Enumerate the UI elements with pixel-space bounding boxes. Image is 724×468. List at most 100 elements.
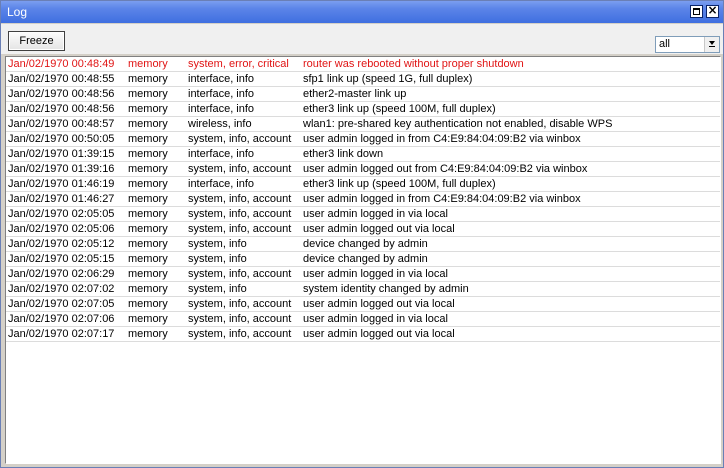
log-topics: system, info, account bbox=[188, 208, 292, 220]
close-icon: × bbox=[707, 3, 718, 17]
log-buffer: memory bbox=[128, 313, 168, 325]
log-time: Jan/02/1970 02:07:17 bbox=[8, 328, 115, 340]
log-row[interactable]: Jan/02/1970 02:05:05 memory system, info, … bbox=[6, 207, 720, 222]
log-message: ether3 link up (speed 100M, full duplex) bbox=[303, 103, 496, 115]
log-buffer: memory bbox=[128, 193, 168, 205]
log-row[interactable]: Jan/02/1970 00:48:49 memory system, error,… bbox=[6, 57, 720, 72]
log-row[interactable]: Jan/02/1970 01:46:19 memory interface, inf… bbox=[6, 177, 720, 192]
log-row[interactable]: Jan/02/1970 02:05:15 memory system, info de… bbox=[6, 252, 720, 267]
log-row[interactable]: Jan/02/1970 00:48:56 memory interface, inf… bbox=[6, 102, 720, 117]
log-row[interactable]: Jan/02/1970 02:07:05 memory system, info, … bbox=[6, 297, 720, 312]
log-topics: interface, info bbox=[188, 103, 255, 115]
log-buffer: memory bbox=[128, 208, 168, 220]
log-time: Jan/02/1970 00:48:56 bbox=[8, 88, 115, 100]
log-message: user admin logged out via local bbox=[303, 298, 455, 310]
log-message: user admin logged in via local bbox=[303, 208, 448, 220]
log-topics: interface, info bbox=[188, 178, 255, 190]
log-time: Jan/02/1970 01:46:19 bbox=[8, 178, 115, 190]
log-topics: system, info, account bbox=[188, 193, 292, 205]
log-topics: system, info bbox=[188, 283, 247, 295]
log-row[interactable]: Jan/02/1970 02:07:06 memory system, info, … bbox=[6, 312, 720, 327]
log-message: sfp1 link up (speed 1G, full duplex) bbox=[303, 73, 473, 85]
log-message: user admin logged in via local bbox=[303, 313, 448, 325]
log-row[interactable]: Jan/02/1970 02:05:06 memory system, info, … bbox=[6, 222, 720, 237]
log-topics: system, info, account bbox=[188, 328, 292, 340]
log-buffer: memory bbox=[128, 163, 168, 175]
log-message: user admin logged in via local bbox=[303, 268, 448, 280]
log-time: Jan/02/1970 01:39:16 bbox=[8, 163, 115, 175]
dropdown-arrow-icon bbox=[709, 41, 715, 45]
log-message: system identity changed by admin bbox=[303, 283, 469, 295]
log-time: Jan/02/1970 02:05:12 bbox=[8, 238, 115, 250]
log-message: ether3 link up (speed 100M, full duplex) bbox=[303, 178, 496, 190]
log-buffer: memory bbox=[128, 178, 168, 190]
log-row[interactable]: Jan/02/1970 01:46:27 memory system, info, … bbox=[6, 192, 720, 207]
log-buffer: memory bbox=[128, 223, 168, 235]
log-time: Jan/02/1970 02:07:02 bbox=[8, 283, 115, 295]
log-time: Jan/02/1970 01:46:27 bbox=[8, 193, 115, 205]
log-message: user admin logged out via local bbox=[303, 328, 455, 340]
log-time: Jan/02/1970 02:05:05 bbox=[8, 208, 115, 220]
log-time: Jan/02/1970 02:05:06 bbox=[8, 223, 115, 235]
log-message: wlan1: pre-shared key authentication not… bbox=[303, 118, 613, 130]
log-buffer: memory bbox=[128, 268, 168, 280]
log-message: user admin logged out via local bbox=[303, 223, 455, 235]
toolbar: Freeze all bbox=[1, 24, 723, 54]
log-message: device changed by admin bbox=[303, 253, 428, 265]
log-topics: interface, info bbox=[188, 73, 255, 85]
log-row[interactable]: Jan/02/1970 02:07:02 memory system, info sy… bbox=[6, 282, 720, 297]
log-message: user admin logged out from C4:E9:84:04:0… bbox=[303, 163, 588, 175]
log-buffer: memory bbox=[128, 148, 168, 160]
log-buffer: memory bbox=[128, 73, 168, 85]
log-row[interactable]: Jan/02/1970 02:05:12 memory system, info de… bbox=[6, 237, 720, 252]
restore-button[interactable] bbox=[690, 5, 703, 18]
log-row[interactable]: Jan/02/1970 01:39:16 memory system, info, … bbox=[6, 162, 720, 177]
log-topics: system, error, critical bbox=[188, 58, 289, 70]
log-topics: interface, info bbox=[188, 148, 255, 160]
log-row[interactable]: Jan/02/1970 02:07:17 memory system, info, … bbox=[6, 327, 720, 342]
log-message: user admin logged in from C4:E9:84:04:09… bbox=[303, 193, 581, 205]
log-filter-select[interactable]: all bbox=[655, 36, 720, 53]
filter-value: all bbox=[659, 38, 671, 50]
log-time: Jan/02/1970 02:07:05 bbox=[8, 298, 115, 310]
log-topics: system, info, account bbox=[188, 163, 292, 175]
log-message: device changed by admin bbox=[303, 238, 428, 250]
title-bar[interactable]: Log × bbox=[1, 1, 723, 23]
log-row[interactable]: Jan/02/1970 01:39:15 memory interface, inf… bbox=[6, 147, 720, 162]
log-time: Jan/02/1970 02:06:29 bbox=[8, 268, 115, 280]
log-topics: wireless, info bbox=[188, 118, 252, 130]
log-row[interactable]: Jan/02/1970 00:48:56 memory interface, inf… bbox=[6, 87, 720, 102]
filter-dropdown-button[interactable] bbox=[704, 37, 719, 52]
log-buffer: memory bbox=[128, 118, 168, 130]
freeze-button[interactable]: Freeze bbox=[8, 31, 65, 51]
log-time: Jan/02/1970 00:48:49 bbox=[8, 58, 115, 70]
log-buffer: memory bbox=[128, 103, 168, 115]
log-time: Jan/02/1970 02:07:06 bbox=[8, 313, 115, 325]
log-message: ether2-master link up bbox=[303, 88, 407, 100]
log-row[interactable]: Jan/02/1970 00:50:05 memory system, info, … bbox=[6, 132, 720, 147]
log-message: ether3 link down bbox=[303, 148, 384, 160]
close-button[interactable]: × bbox=[706, 3, 719, 18]
log-time: Jan/02/1970 00:50:05 bbox=[8, 133, 115, 145]
log-time: Jan/02/1970 00:48:57 bbox=[8, 118, 115, 130]
log-topics: system, info, account bbox=[188, 313, 292, 325]
window-title: Log bbox=[7, 5, 28, 19]
log-topics: system, info, account bbox=[188, 223, 292, 235]
log-buffer: memory bbox=[128, 133, 168, 145]
log-message: user admin logged in from C4:E9:84:04:09… bbox=[303, 133, 581, 145]
log-topics: system, info, account bbox=[188, 268, 292, 280]
log-row[interactable]: Jan/02/1970 00:48:55 memory interface, inf… bbox=[6, 72, 720, 87]
log-topics: interface, info bbox=[188, 88, 255, 100]
log-topics: system, info bbox=[188, 253, 247, 265]
log-time: Jan/02/1970 02:05:15 bbox=[8, 253, 115, 265]
log-time: Jan/02/1970 01:39:15 bbox=[8, 148, 115, 160]
log-topics: system, info, account bbox=[188, 133, 292, 145]
log-buffer: memory bbox=[128, 328, 168, 340]
log-time: Jan/02/1970 00:48:56 bbox=[8, 103, 115, 115]
log-row[interactable]: Jan/02/1970 00:48:57 memory wireless, info… bbox=[6, 117, 720, 132]
log-buffer: memory bbox=[128, 88, 168, 100]
log-list[interactable]: Jan/02/1970 00:48:49 memory system, error,… bbox=[5, 56, 721, 464]
log-buffer: memory bbox=[128, 283, 168, 295]
log-topics: system, info bbox=[188, 238, 247, 250]
log-row[interactable]: Jan/02/1970 02:06:29 memory system, info, … bbox=[6, 267, 720, 282]
